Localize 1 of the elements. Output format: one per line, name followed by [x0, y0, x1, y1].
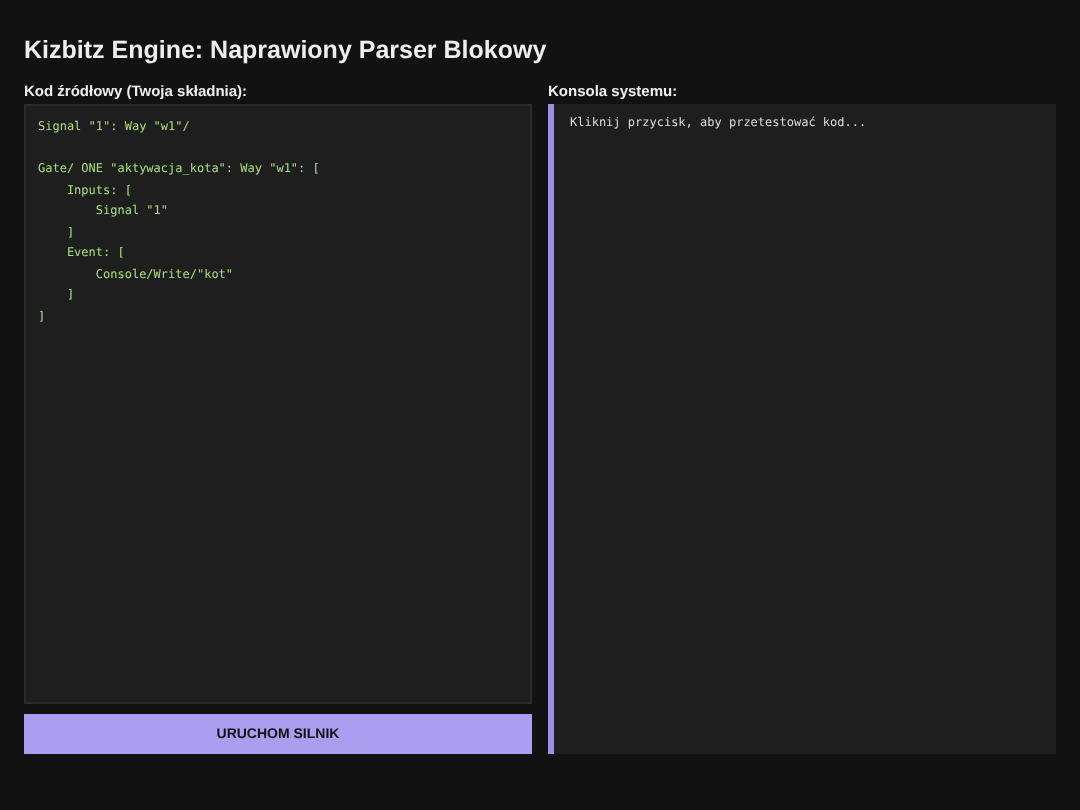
page-title: Kizbitz Engine: Naprawiony Parser Blokowy	[24, 36, 549, 64]
